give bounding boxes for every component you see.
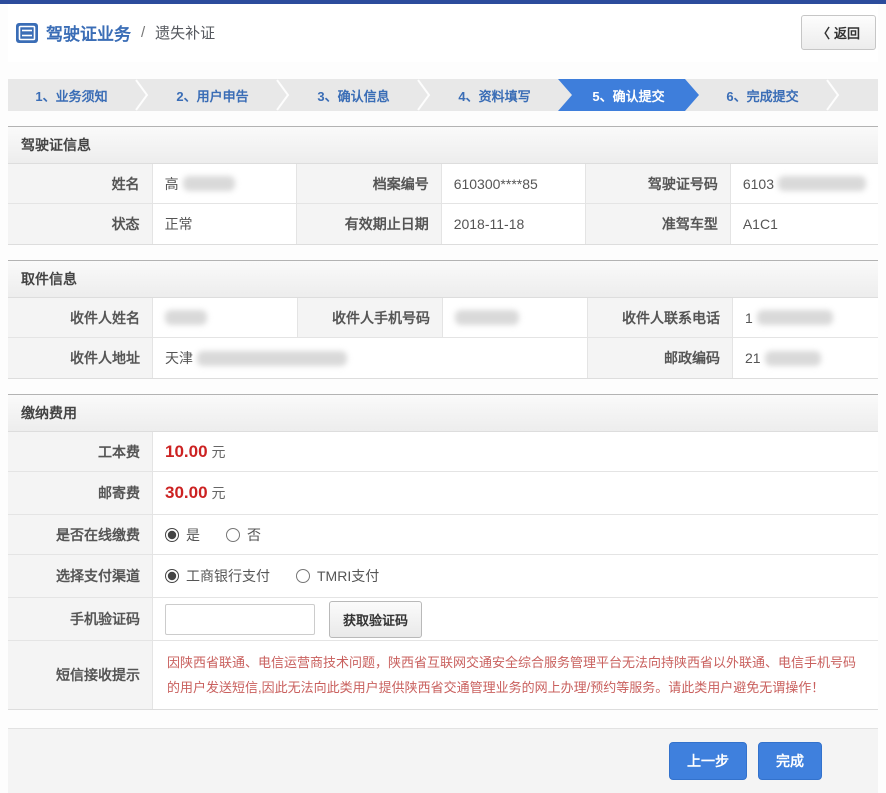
sms-code-label: 手机验证码 <box>8 598 153 641</box>
recipient-address-label: 收件人地址 <box>8 338 153 378</box>
recipient-name-label: 收件人姓名 <box>8 298 153 338</box>
previous-step-button[interactable]: 上一步 <box>669 742 747 780</box>
license-no-value: 6103 <box>731 164 878 204</box>
vehicle-type-value: A1C1 <box>731 204 878 244</box>
channel-icbc-radio[interactable]: 工商银行支付 <box>165 566 270 586</box>
license-no-label: 驾驶证号码 <box>586 164 731 204</box>
status-value: 正常 <box>153 204 298 244</box>
recipient-phone-value: 1 <box>733 298 878 338</box>
license-info-section: 驾驶证信息 姓名 高 档案编号 610300****85 驾驶证号码 6103 … <box>8 126 878 245</box>
channel-tmri-radio[interactable]: TMRI支付 <box>296 566 379 586</box>
payment-section: 缴纳费用 工本费 10.00元 邮寄费 30.00元 是否在线缴费 是 <box>8 394 878 710</box>
step-separator-chevron-icon <box>276 79 290 111</box>
page-subtitle: 遗失补证 <box>155 22 215 43</box>
step-wizard: 1、业务须知 2、用户申告 3、确认信息 4、资料填写 5、确认提交 6、完成提… <box>8 79 878 111</box>
production-fee-amount: 10.00 <box>165 442 208 462</box>
step-5-confirm-submit[interactable]: 5、确认提交 <box>558 79 699 111</box>
sms-notice-label: 短信接收提示 <box>8 641 153 709</box>
license-service-icon <box>16 23 38 43</box>
expiry-value: 2018-11-18 <box>442 204 587 244</box>
step-6-complete-submit[interactable]: 6、完成提交 <box>699 79 826 111</box>
sms-notice-cell: 因陕西省联通、电信运营商技术问题，陕西省互联网交通安全综合服务管理平台无法向持陕… <box>153 641 878 709</box>
name-value: 高 <box>153 164 298 204</box>
redacted-blur <box>765 351 821 366</box>
step-1-notice[interactable]: 1、业务须知 <box>8 79 135 111</box>
pickup-info-section: 取件信息 收件人姓名 收件人手机号码 收件人联系电话 1 收件人地址 天津 邮政… <box>8 260 878 379</box>
payment-section-title: 缴纳费用 <box>8 394 878 432</box>
status-label: 状态 <box>8 204 153 244</box>
back-button-label: 返回 <box>834 23 860 42</box>
vehicle-type-label: 准驾车型 <box>586 204 731 244</box>
recipient-name-value <box>153 298 298 338</box>
online-payment-yes-radio[interactable]: 是 <box>165 525 200 545</box>
step-3-confirm-info[interactable]: 3、确认信息 <box>290 79 417 111</box>
sms-code-input[interactable] <box>165 604 315 635</box>
name-label: 姓名 <box>8 164 153 204</box>
redacted-blur <box>757 310 833 325</box>
postal-code-value: 21 <box>733 338 878 378</box>
step-2-declaration[interactable]: 2、用户申告 <box>149 79 276 111</box>
steps-filler <box>840 79 878 111</box>
license-section-title: 驾驶证信息 <box>8 126 878 164</box>
breadcrumb: 驾驶证业务 / 遗失补证 <box>16 20 215 45</box>
redacted-blur <box>165 310 207 325</box>
app-header: 驾驶证业务 / 遗失补证 〈 返回 <box>8 4 878 62</box>
step-separator-chevron-icon <box>826 79 840 111</box>
back-button[interactable]: 〈 返回 <box>801 15 876 50</box>
sms-notice-text: 因陕西省联通、电信运营商技术问题，陕西省互联网交通安全综合服务管理平台无法向持陕… <box>167 650 864 700</box>
fee-unit: 元 <box>212 483 226 503</box>
payment-channel-label: 选择支付渠道 <box>8 555 153 598</box>
recipient-mobile-value <box>443 298 588 338</box>
production-fee-label: 工本费 <box>8 432 153 472</box>
postage-fee-amount: 30.00 <box>165 483 208 503</box>
redacted-blur <box>197 351 347 366</box>
redacted-blur <box>455 310 519 325</box>
get-sms-code-button[interactable]: 获取验证码 <box>329 601 422 638</box>
fee-unit: 元 <box>212 442 226 462</box>
sms-code-row: 获取验证码 <box>153 598 878 641</box>
postal-code-label: 邮政编码 <box>588 338 733 378</box>
recipient-phone-label: 收件人联系电话 <box>588 298 733 338</box>
step-separator-chevron-icon <box>417 79 431 111</box>
recipient-mobile-label: 收件人手机号码 <box>298 298 443 338</box>
redacted-blur <box>778 176 866 191</box>
production-fee-value: 10.00元 <box>153 432 878 472</box>
file-no-label: 档案编号 <box>297 164 442 204</box>
postage-fee-value: 30.00元 <box>153 472 878 515</box>
page-title: 驾驶证业务 <box>46 20 131 45</box>
payment-table: 工本费 10.00元 邮寄费 30.00元 是否在线缴费 是 否 <box>8 432 878 709</box>
online-payment-label: 是否在线缴费 <box>8 515 153 555</box>
file-no-value: 610300****85 <box>442 164 587 204</box>
online-payment-no-radio[interactable]: 否 <box>226 525 261 545</box>
page-container: 驾驶证业务 / 遗失补证 〈 返回 1、业务须知 2、用户申告 3、确认信息 4… <box>8 4 878 793</box>
online-payment-yes-radio-input[interactable] <box>165 528 179 542</box>
redacted-blur <box>183 176 235 191</box>
step-separator-chevron-icon <box>135 79 149 111</box>
finish-button[interactable]: 完成 <box>758 742 822 780</box>
breadcrumb-separator: / <box>141 24 145 41</box>
payment-channel-options: 工商银行支付 TMRI支付 <box>153 555 878 598</box>
pickup-info-table: 收件人姓名 收件人手机号码 收件人联系电话 1 收件人地址 天津 邮政编码 21 <box>8 298 878 378</box>
step-4-fill-data[interactable]: 4、资料填写 <box>431 79 558 111</box>
recipient-address-value: 天津 <box>153 338 588 378</box>
footer-action-bar: 上一步 完成 <box>8 728 878 793</box>
license-info-table: 姓名 高 档案编号 610300****85 驾驶证号码 6103 状态 正常 … <box>8 164 878 244</box>
back-chevron-icon: 〈 <box>817 23 830 42</box>
expiry-label: 有效期止日期 <box>297 204 442 244</box>
postage-fee-label: 邮寄费 <box>8 472 153 515</box>
online-payment-options: 是 否 <box>153 515 878 555</box>
online-payment-no-radio-input[interactable] <box>226 528 240 542</box>
channel-tmri-radio-input[interactable] <box>296 569 310 583</box>
channel-icbc-radio-input[interactable] <box>165 569 179 583</box>
pickup-section-title: 取件信息 <box>8 260 878 298</box>
